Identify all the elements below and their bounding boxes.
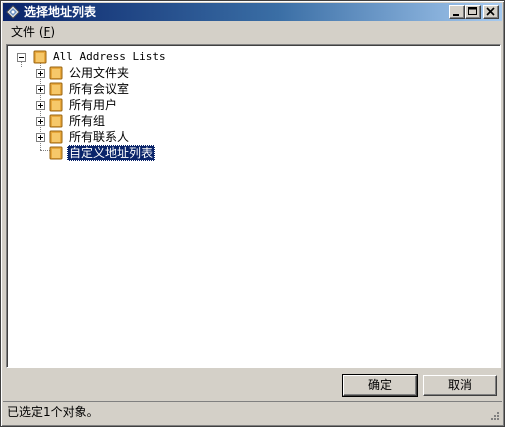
- close-button[interactable]: [483, 5, 499, 19]
- status-bar: 已选定1个对象。: [3, 401, 502, 423]
- title-bar[interactable]: 选择地址列表: [3, 3, 502, 21]
- folder-icon: [49, 82, 63, 96]
- tree-item-label: 所有联系人: [69, 130, 130, 144]
- tree-item-label: 所有会议室: [69, 82, 130, 96]
- folder-icon: [33, 50, 47, 64]
- dialog-window: 选择地址列表 文件 (F) All Address Lists 公用文件夹 所有…: [0, 0, 505, 427]
- expand-icon[interactable]: [36, 117, 45, 126]
- folder-icon: [49, 98, 63, 112]
- window-title: 选择地址列表: [24, 5, 97, 19]
- maximize-icon: [468, 7, 477, 15]
- menu-file-label-prefix: 文件 (: [11, 25, 44, 39]
- resize-grip-icon[interactable]: [488, 409, 500, 421]
- menu-file-label-suffix: ): [50, 25, 56, 39]
- expand-icon[interactable]: [36, 69, 45, 78]
- tree-item-label: 所有用户: [69, 98, 118, 112]
- close-icon: [486, 7, 495, 16]
- collapse-icon[interactable]: [17, 53, 26, 62]
- folder-icon: [49, 66, 63, 80]
- folder-icon: [49, 114, 63, 128]
- folder-icon: [49, 146, 63, 160]
- tree-item-label-selected: 自定义地址列表: [67, 145, 156, 161]
- ok-button[interactable]: 确定: [342, 374, 418, 397]
- minimize-button[interactable]: [449, 5, 465, 19]
- expand-icon[interactable]: [36, 133, 45, 142]
- address-list-tree[interactable]: All Address Lists 公用文件夹 所有会议室 所有用户 所有组 所…: [6, 44, 501, 368]
- expand-icon[interactable]: [36, 101, 45, 110]
- menu-bar: 文件 (F): [3, 22, 502, 42]
- minimize-icon: [453, 14, 459, 16]
- maximize-button[interactable]: [465, 5, 481, 19]
- status-text: 已选定1个对象。: [7, 405, 99, 419]
- tree-item-label: 公用文件夹: [69, 66, 130, 80]
- menu-file[interactable]: 文件 (F): [11, 25, 55, 39]
- expand-icon[interactable]: [36, 85, 45, 94]
- address-book-app-icon: [6, 5, 20, 19]
- cancel-button[interactable]: 取消: [423, 375, 497, 396]
- tree-item-label: 所有组: [69, 114, 106, 128]
- tree-item-label: All Address Lists: [53, 50, 166, 63]
- folder-icon: [49, 130, 63, 144]
